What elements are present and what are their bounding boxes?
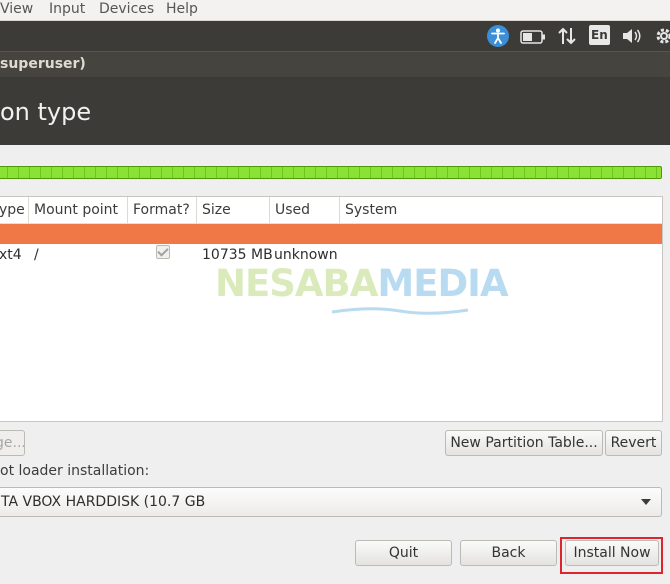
- column-header-format[interactable]: Format?: [128, 197, 197, 223]
- format-checkbox[interactable]: [156, 245, 170, 259]
- bootloader-device-select[interactable]: TA VBOX HARDDISK (10.7 GB: [0, 487, 662, 517]
- menu-input[interactable]: Input: [49, 0, 85, 18]
- network-arrows-icon[interactable]: [557, 26, 577, 48]
- table-header: ype Mount point Format? Size Used System: [0, 197, 662, 224]
- quit-label: Quit: [388, 545, 419, 561]
- menu-devices[interactable]: Devices: [99, 0, 154, 18]
- battery-icon[interactable]: [520, 29, 546, 51]
- bootloader-device-value: TA VBOX HARDDISK (10.7 GB: [1, 494, 206, 510]
- top-panel: En: [0, 21, 670, 51]
- column-header-mount-point[interactable]: Mount point: [29, 197, 128, 223]
- menu-help[interactable]: Help: [166, 0, 198, 18]
- change-button-label: ge...: [0, 435, 26, 451]
- watermark-logo: NESABAMEDIA: [215, 262, 509, 318]
- new-partition-table-label: New Partition Table...: [450, 435, 598, 451]
- chevron-down-icon: [641, 499, 651, 505]
- volume-icon[interactable]: [621, 27, 643, 49]
- page-heading: on type: [0, 98, 92, 126]
- new-partition-table-button[interactable]: New Partition Table...: [445, 430, 603, 456]
- cell-type: xt4: [0, 247, 22, 263]
- change-button[interactable]: ge...: [0, 430, 26, 456]
- cell-mount-point: /: [34, 247, 39, 263]
- install-now-label: Install Now: [573, 545, 651, 561]
- column-header-type[interactable]: ype: [0, 197, 29, 223]
- column-header-system[interactable]: System: [340, 197, 662, 223]
- accessibility-icon[interactable]: [486, 24, 510, 47]
- bootloader-label: ot loader installation:: [0, 463, 150, 479]
- revert-label: Revert: [610, 435, 657, 451]
- column-header-used[interactable]: Used: [270, 197, 340, 223]
- back-label: Back: [491, 545, 526, 561]
- back-button[interactable]: Back: [460, 540, 557, 566]
- watermark-text-b: MEDIA: [377, 262, 508, 305]
- keyboard-layout-indicator[interactable]: En: [589, 25, 610, 45]
- watermark-text-a: NESABA: [215, 262, 378, 305]
- disk-usage-bar: [0, 166, 662, 179]
- install-now-button[interactable]: Install Now: [565, 540, 659, 566]
- revert-button[interactable]: Revert: [605, 430, 662, 456]
- column-header-size[interactable]: Size: [197, 197, 270, 223]
- quit-button[interactable]: Quit: [355, 540, 452, 566]
- menu-view[interactable]: View: [0, 0, 33, 18]
- window-title: superuser): [0, 56, 86, 72]
- keyboard-layout-label: En: [591, 28, 608, 42]
- settings-gear-icon[interactable]: [654, 26, 670, 48]
- window-titlebar: superuser): [0, 51, 670, 77]
- installer-header: on type: [0, 77, 670, 145]
- watermark-swoosh-icon: [331, 307, 469, 315]
- table-row-selected[interactable]: [0, 224, 662, 244]
- menubar: View Input Devices Help: [0, 0, 670, 21]
